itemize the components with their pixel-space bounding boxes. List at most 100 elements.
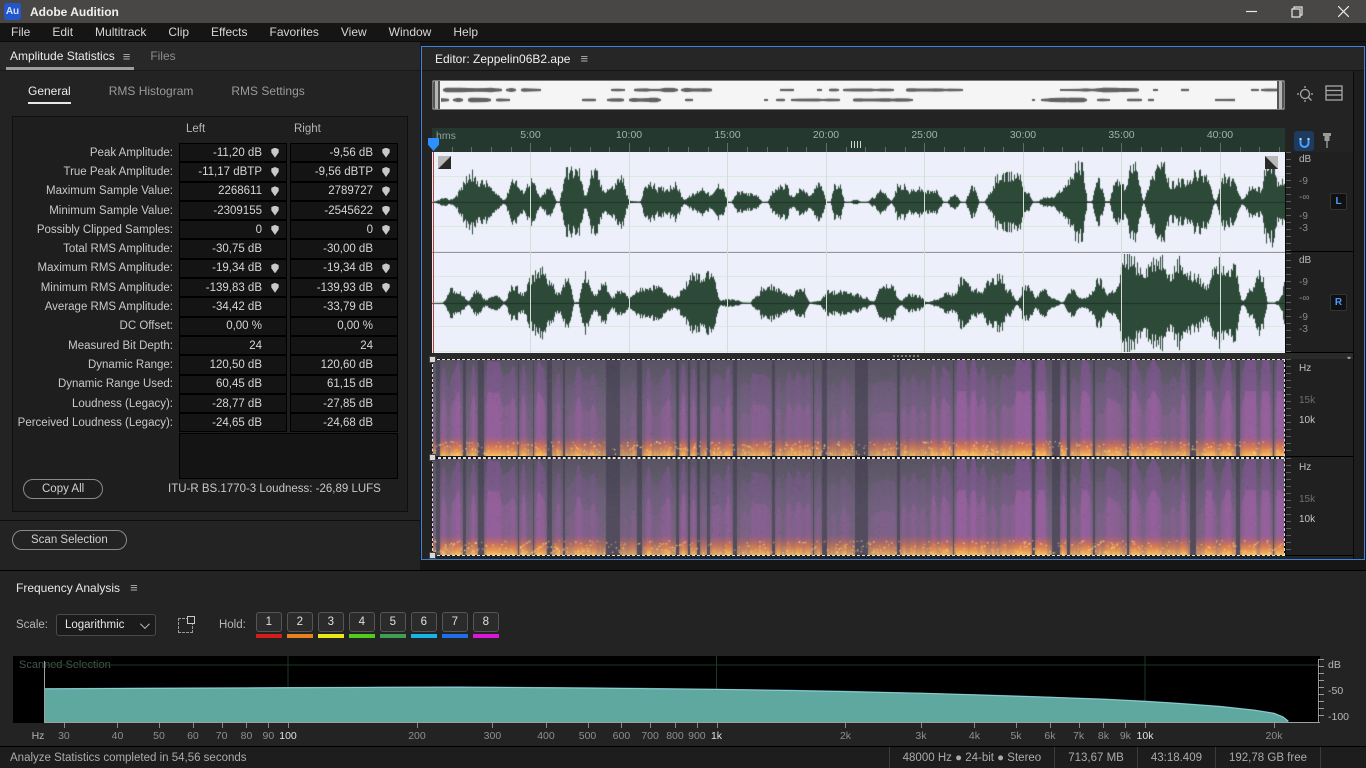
minimize-button[interactable] [1228, 0, 1274, 23]
axis-label: 100 [279, 730, 297, 742]
menu-window[interactable]: Window [378, 23, 443, 41]
axis-tick [1016, 723, 1017, 728]
selection-handle[interactable] [429, 454, 436, 461]
stat-value: -2309155 [213, 205, 262, 217]
menu-clip[interactable]: Clip [157, 23, 200, 41]
spectral-display[interactable] [432, 359, 1285, 556]
axis-label: 9k [1120, 730, 1131, 742]
fade-handle-left-icon[interactable] [438, 156, 451, 169]
splitter-grip-icon[interactable] [893, 355, 919, 357]
timeline-markers[interactable] [851, 141, 861, 148]
menu-edit[interactable]: Edit [41, 23, 84, 41]
frequency-plot: Scanned Selection [13, 656, 1320, 723]
hold-button-7[interactable]: 7 [442, 612, 468, 638]
frequency-panel-menu-icon[interactable]: ≡ [130, 580, 138, 595]
editor-menu-icon[interactable]: ≡ [580, 51, 588, 66]
spectrogram-left-channel[interactable] [433, 360, 1284, 456]
table-row: Loudness (Legacy):-28,77 dB-27,85 dB [13, 394, 407, 413]
hold-button-5[interactable]: 5 [380, 612, 406, 638]
location-pin-icon[interactable] [382, 283, 390, 293]
hold-color-bar [287, 634, 313, 638]
axis-tick [193, 723, 194, 728]
menu-help[interactable]: Help [442, 23, 489, 41]
hold-button-8[interactable]: 8 [473, 612, 499, 638]
stat-label: Minimum RMS Amplitude: [13, 278, 173, 297]
axis-tick [697, 723, 698, 728]
stat-value: 0 [256, 224, 262, 236]
waveform-right-channel[interactable] [432, 254, 1285, 352]
hold-button-2[interactable]: 2 [287, 612, 313, 638]
restore-button[interactable] [1274, 0, 1320, 23]
location-pin-icon[interactable] [271, 225, 279, 235]
zoom-navigator-icon[interactable] [1296, 85, 1316, 108]
location-pin-icon[interactable] [382, 186, 390, 196]
copy-graph-icon[interactable] [178, 618, 193, 633]
location-pin-icon[interactable] [271, 263, 279, 273]
timeline-ruler[interactable]: hms 5:0010:0015:0020:0025:0030:0035:0040… [432, 128, 1285, 152]
location-pin-icon[interactable] [382, 263, 390, 273]
amplitude-statistics-panel: Amplitude Statistics≡Files General RMS Hi… [0, 42, 420, 570]
stat-value: -24,68 dB [323, 417, 373, 429]
location-pin-icon[interactable] [382, 148, 390, 158]
editor-scrollbar[interactable] [1353, 71, 1364, 559]
axis-tick [546, 723, 547, 728]
ruler-tick [924, 143, 925, 152]
hold-color-bar [380, 634, 406, 638]
location-pin-icon[interactable] [271, 148, 279, 158]
menu-multitrack[interactable]: Multitrack [84, 23, 157, 41]
menu-effects[interactable]: Effects [200, 23, 258, 41]
tab-rms-histogram[interactable]: RMS Histogram [109, 84, 194, 104]
waveform-display[interactable] [432, 152, 1285, 353]
copy-all-button[interactable]: Copy All [23, 479, 103, 499]
menu-view[interactable]: View [330, 23, 378, 41]
overview-navigator[interactable] [432, 80, 1285, 110]
playhead-marker[interactable] [428, 138, 439, 151]
table-row: Maximum Sample Value:22686112789727 [13, 182, 407, 201]
overview-handle-left[interactable] [433, 81, 440, 109]
selection-handle[interactable] [429, 552, 436, 559]
panel-tab-files[interactable]: Files [140, 42, 185, 70]
overview-handle-right[interactable] [1277, 81, 1284, 109]
ruler-tick [629, 143, 630, 152]
location-pin-icon[interactable] [382, 206, 390, 216]
ruler-tick [1121, 143, 1122, 152]
axis-label: 60 [187, 730, 199, 742]
location-pin-icon[interactable] [271, 167, 279, 177]
selection-handle[interactable] [429, 356, 436, 363]
location-pin-icon[interactable] [271, 206, 279, 216]
location-pin-icon[interactable] [382, 167, 390, 177]
stat-value: 0 [367, 224, 373, 236]
menu-favorites[interactable]: Favorites [259, 23, 330, 41]
editor-header: Editor: Zeppelin06B2.ape ≡ [422, 47, 1364, 71]
marker-pin-icon[interactable] [1321, 132, 1333, 152]
location-pin-icon[interactable] [271, 283, 279, 293]
overview-waveform [441, 81, 1278, 109]
axis-label: 10k [1137, 730, 1154, 742]
snap-magnet-icon[interactable] [1294, 131, 1314, 151]
scan-selection-button[interactable]: Scan Selection [12, 530, 127, 550]
menu-file[interactable]: File [0, 23, 41, 41]
table-row: True Peak Amplitude:-11,17 dBTP-9,56 dBT… [13, 162, 407, 181]
tab-general[interactable]: General [28, 84, 71, 104]
gridline [1220, 152, 1221, 353]
fade-handle-right-icon[interactable] [1265, 156, 1278, 169]
stat-value: 120,50 dB [210, 359, 262, 371]
scale-dropdown[interactable]: Logarithmic [56, 614, 156, 636]
hold-button-4[interactable]: 4 [349, 612, 375, 638]
location-pin-icon[interactable] [271, 186, 279, 196]
waveform-left-channel[interactable] [432, 153, 1285, 251]
spectrogram-right-channel[interactable] [433, 459, 1284, 555]
axis-label: 5k [1010, 730, 1021, 742]
channel-badge-r[interactable]: R [1330, 294, 1347, 311]
hold-button-1[interactable]: 1 [256, 612, 282, 638]
hold-button-6[interactable]: 6 [411, 612, 437, 638]
channel-badge-l[interactable]: L [1330, 193, 1347, 210]
track-list-icon[interactable] [1325, 85, 1343, 104]
close-button[interactable] [1320, 0, 1366, 23]
panel-tab-amplitude-statistics[interactable]: Amplitude Statistics≡ [0, 42, 140, 70]
location-pin-icon[interactable] [382, 225, 390, 235]
tab-rms-settings[interactable]: RMS Settings [231, 84, 304, 104]
panel-menu-icon[interactable]: ≡ [123, 49, 131, 64]
hold-button-3[interactable]: 3 [318, 612, 344, 638]
stat-value: 24 [360, 340, 373, 352]
